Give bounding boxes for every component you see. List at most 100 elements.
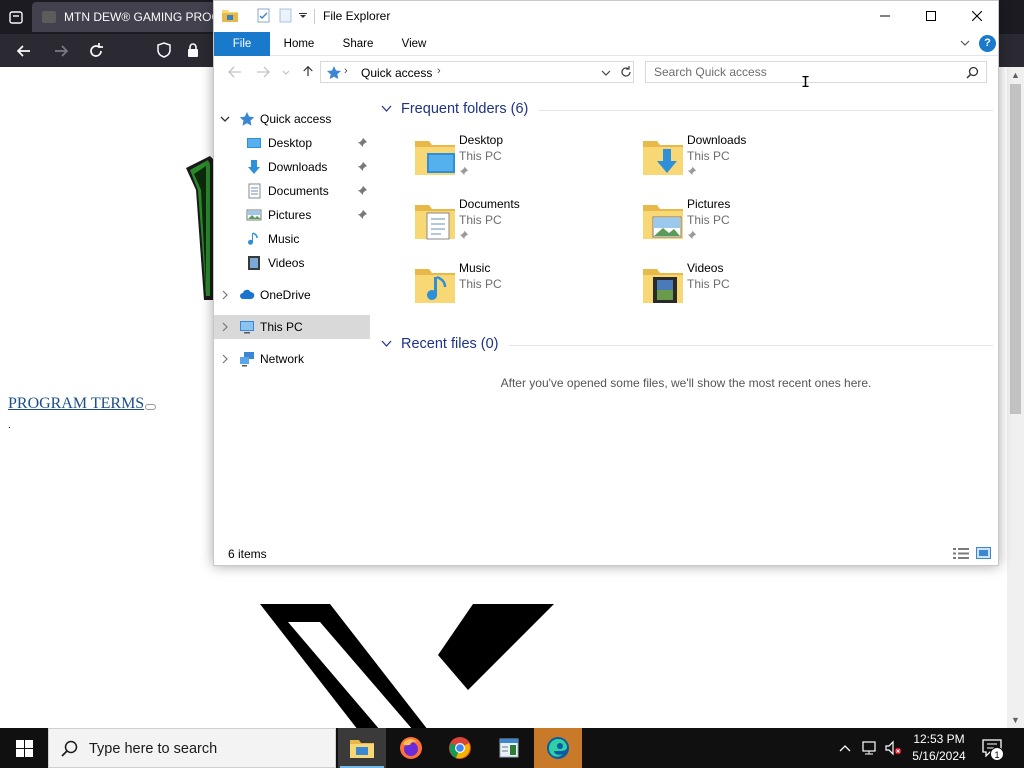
tab-list-icon[interactable] [8,9,24,25]
group-title: Recent files (0) [401,336,499,352]
expanded-chevron-icon[interactable] [381,105,392,113]
nav-label: Network [260,352,305,366]
folder-app-icon [222,10,238,22]
lock-icon[interactable] [184,41,202,59]
folder-location: This PC [459,149,502,163]
nav-item-onedrive[interactable]: OneDrive [214,283,370,307]
tab-view[interactable]: View [390,32,438,56]
tab-file[interactable]: File [214,32,270,56]
search-icon[interactable] [966,66,979,79]
pin-icon[interactable] [357,185,368,196]
search-icon [61,740,78,757]
customize-toolbar-icon[interactable] [299,13,307,19]
address-bar[interactable]: › Quick access › [320,61,634,83]
nav-item-desktop[interactable]: Desktop [214,131,370,155]
recent-files-header[interactable]: Recent files (0) [381,334,993,356]
taskbar-edge[interactable] [534,728,582,768]
notification-count-badge: 1 [990,747,1004,761]
refresh-icon[interactable] [619,65,633,79]
back-arrow-icon[interactable] [15,42,33,60]
close-button[interactable] [954,1,1000,31]
show-hidden-icons-icon[interactable] [838,741,852,755]
help-icon[interactable]: ? [979,35,996,52]
details-view-icon[interactable] [953,548,969,559]
this-pc-icon [240,321,254,334]
title-bar[interactable]: File Explorer [214,1,998,32]
taskbar-search-box[interactable]: Type here to search [48,728,336,768]
collapsed-chevron-icon[interactable] [220,354,230,364]
clock-date[interactable]: 5/16/2024 [904,749,974,763]
pin-icon[interactable] [357,161,368,172]
expanded-chevron-icon[interactable] [220,114,230,124]
folder-tile-music[interactable]: Music This PC [413,259,633,317]
program-terms-link[interactable]: PROGRAM TERMS [8,395,144,413]
pin-icon[interactable] [357,137,368,148]
minimize-button[interactable] [862,1,908,31]
forward-arrow-icon[interactable] [52,42,70,60]
nav-item-network[interactable]: Network [214,347,370,371]
frequent-folders-header[interactable]: Frequent folders (6) [381,99,993,121]
collapsed-chevron-icon[interactable] [220,322,230,332]
external-link-icon [145,404,156,410]
folder-tile-pictures[interactable]: Pictures This PC [641,195,861,253]
back-icon[interactable] [228,66,242,78]
recent-files-empty-message: After you've opened some files, we'll sh… [500,376,872,390]
minimize-icon [880,15,890,17]
volume-muted-icon[interactable] [884,740,902,756]
taskbar-firefox[interactable] [387,728,435,768]
nav-item-videos[interactable]: Videos [214,251,370,275]
nav-label: Quick access [260,112,332,126]
folder-tile-downloads[interactable]: Downloads This PC [641,131,861,189]
tab-home[interactable]: Home [274,32,324,56]
folder-name: Downloads [687,133,747,147]
forward-icon[interactable] [256,66,270,78]
downloads-icon [248,160,260,174]
nav-item-this-pc[interactable]: This PC [214,315,370,339]
folder-name: Videos [687,261,724,275]
up-icon[interactable] [301,65,315,77]
nav-item-documents[interactable]: Documents [214,179,370,203]
breadcrumb-chevron-icon[interactable]: › [344,65,348,77]
recent-locations-icon[interactable] [282,66,290,78]
group-divider [539,110,993,111]
collapsed-chevron-icon[interactable] [220,290,230,300]
nav-item-pictures[interactable]: Pictures [214,203,370,227]
address-dropdown-icon[interactable] [601,70,611,76]
page-dot: . [8,420,11,431]
search-box[interactable] [645,61,987,83]
maximize-button[interactable] [908,1,954,31]
page-scrollbar[interactable]: ▲ ▼ [1007,67,1024,728]
scroll-up-icon[interactable]: ▲ [1011,70,1020,80]
nav-item-downloads[interactable]: Downloads [214,155,370,179]
taskbar-notepad[interactable] [485,728,533,768]
tab-share[interactable]: Share [334,32,382,56]
nav-item-quick-access[interactable]: Quick access [214,107,370,131]
folder-location: This PC [459,277,502,291]
expand-ribbon-icon[interactable] [960,39,970,47]
taskbar-file-explorer[interactable] [338,728,386,768]
shield-icon[interactable] [155,41,173,59]
pin-icon [687,230,697,240]
large-icons-view-icon[interactable] [976,547,991,559]
reload-icon[interactable] [87,42,105,60]
pin-icon[interactable] [357,209,368,220]
new-folder-icon[interactable] [279,8,292,23]
clock-time[interactable]: 12:53 PM [904,732,974,746]
folder-tile-videos[interactable]: Videos This PC [641,259,861,317]
status-bar: 6 items [214,541,998,565]
scroll-down-icon[interactable]: ▼ [1011,715,1020,725]
notepad-icon [499,738,519,758]
taskbar-chrome[interactable] [436,728,484,768]
start-button[interactable] [0,728,48,768]
nav-item-music[interactable]: Music [214,227,370,251]
network-status-icon[interactable] [861,740,879,756]
folder-tile-desktop[interactable]: Desktop This PC [413,131,633,189]
browser-tab[interactable]: MTN DEW® GAMING PROG [32,2,232,32]
breadcrumb-chevron-icon[interactable]: › [437,65,441,77]
folder-location: This PC [687,213,730,227]
folder-tile-documents[interactable]: Documents This PC [413,195,633,253]
expanded-chevron-icon[interactable] [381,340,392,348]
properties-icon[interactable] [257,8,270,23]
page-scroll-thumb[interactable] [1010,84,1021,414]
breadcrumb-location[interactable]: Quick access [361,66,432,80]
